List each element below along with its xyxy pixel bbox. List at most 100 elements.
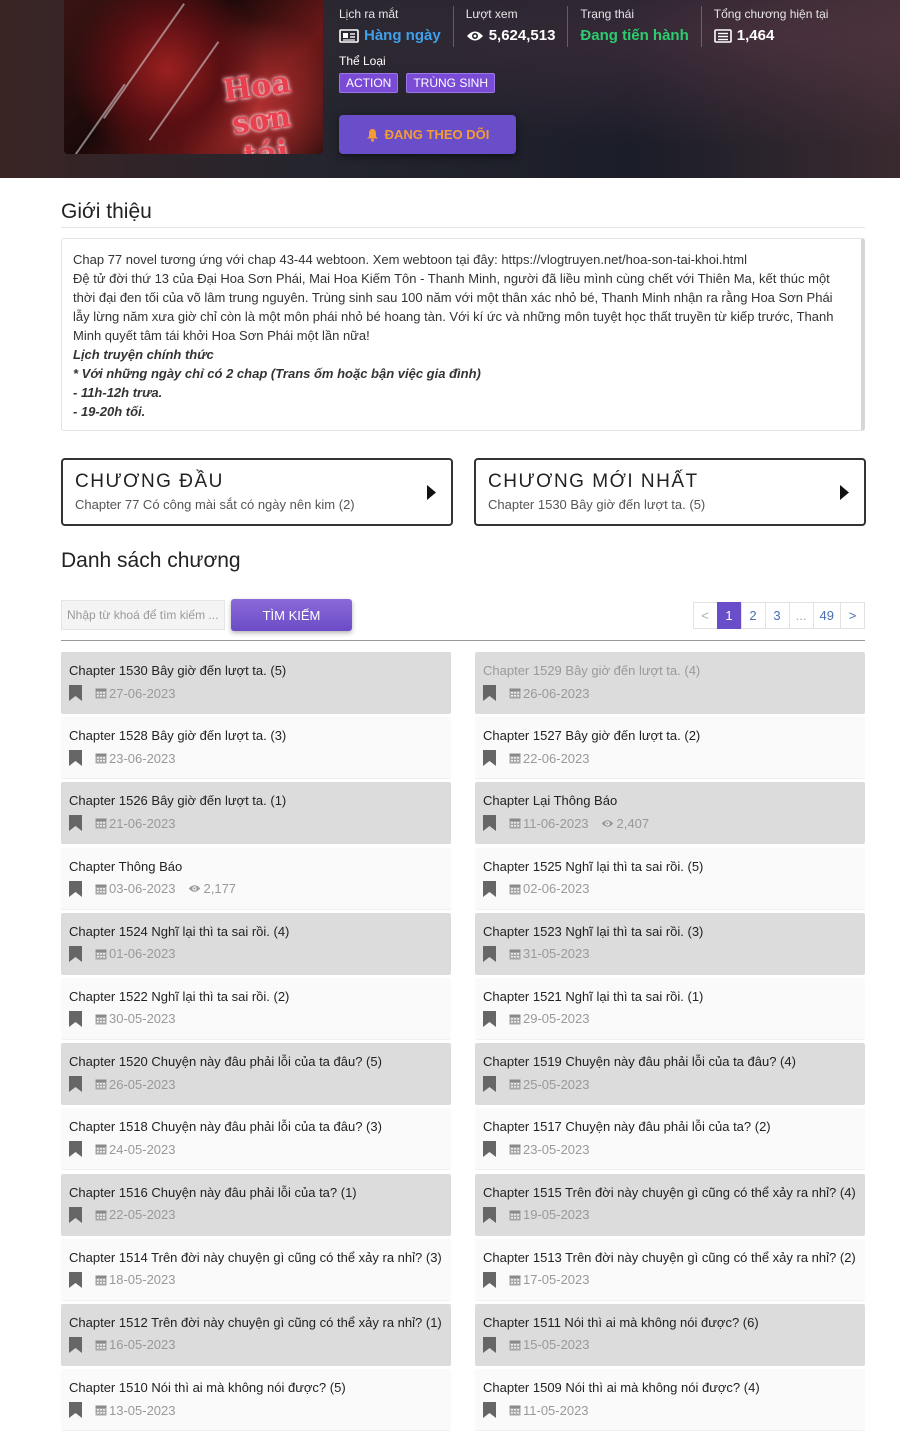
chapter-date: 22-05-2023 [109,1207,176,1222]
bookmark-icon[interactable] [69,815,82,832]
calendar-icon [95,1210,107,1220]
calendar-icon [509,1014,521,1025]
chapter-row: Chapter 1528 Bây giờ đến lượt ta. (3) 23… [61,717,865,782]
bookmark-icon[interactable] [69,1206,82,1223]
genre-tag-action[interactable]: ACTION [339,73,399,93]
chapter-row: Chapter 1510 Nói thì ai mà không nói đượ… [61,1369,865,1432]
bell-icon [366,128,378,142]
chapter-meta: 24-05-2023 [69,1140,443,1158]
chapter-item[interactable]: Chapter 1530 Bây giờ đến lượt ta. (5) 27… [61,652,451,714]
chapter-item[interactable]: Chapter 1523 Nghĩ lại thì ta sai rồi. (3… [475,912,865,975]
chapter-date: 02-06-2023 [523,881,590,897]
chapter-title: Chapter 1516 Chuyện này đâu phải lỗi của… [69,1184,357,1200]
genre-tag-trung-sinh[interactable]: TRÙNG SINH [406,73,496,93]
chapter-meta: 19-05-2023 [483,1206,857,1224]
chapter-date: 22-06-2023 [523,750,590,766]
bookmark-icon[interactable] [69,1271,82,1288]
page-prev[interactable]: < [692,602,718,629]
latest-chapter-title: CHƯƠNG MỚI NHẤT [488,471,699,492]
search-button[interactable]: TÌM KIẾM [231,599,352,631]
chapter-item[interactable]: Chapter 1517 Chuyện này đâu phải lỗi của… [475,1108,865,1171]
bookmark-icon[interactable] [483,880,496,897]
chapter-date: 17-05-2023 [523,1272,590,1288]
chapter-meta: 23-06-2023 [69,749,443,767]
bookmark-icon[interactable] [483,1206,496,1223]
bookmark-icon[interactable] [69,1336,82,1353]
bookmark-icon[interactable] [69,750,82,767]
bookmark-icon[interactable] [483,1271,496,1288]
chapter-item[interactable]: Chapter 1513 Trên đời này chuyện gì cũng… [475,1238,865,1301]
pagination: < 1 2 3 ... 49 > [692,602,865,629]
calendar-icon [95,1079,107,1090]
chapter-row: Chapter 1512 Trên đời này chuyện gì cũng… [61,1303,865,1369]
chapter-item[interactable]: Chapter 1518 Chuyện này đâu phải lỗi của… [61,1108,451,1171]
chapter-item[interactable]: Chapter 1509 Nói thì ai mà không nói đượ… [475,1369,865,1432]
chapter-item[interactable]: Chapter 1512 Trên đời này chuyện gì cũng… [61,1303,451,1366]
chapter-meta: 22-05-2023 [69,1206,443,1224]
chapter-meta: 18-05-2023 [69,1271,443,1289]
chapter-row: Chapter 1514 Trên đời này chuyện gì cũng… [61,1238,865,1304]
chapter-search-input[interactable] [61,600,225,630]
calendar-icon [95,1405,107,1416]
bookmark-icon[interactable] [483,750,496,767]
page-next[interactable]: > [840,602,865,629]
stat-label: Tổng chương hiện tại [713,7,829,21]
page-49[interactable]: 49 [812,602,841,629]
chapter-item[interactable]: Chapter 1514 Trên đời này chuyện gì cũng… [61,1238,451,1301]
bookmark-icon[interactable] [69,945,82,962]
chapter-item[interactable]: Chapter 1528 Bây giờ đến lượt ta. (3) 23… [61,717,451,780]
chapter-date: 11-06-2023 [523,815,589,831]
chapter-item[interactable]: Chapter 1529 Bây giờ đến lượt ta. (4) 26… [475,652,865,714]
chapter-item[interactable]: Chapter 1521 Nghĩ lại thì ta sai rồi. (1… [475,977,865,1040]
first-chapter-card[interactable]: CHƯƠNG ĐẦU Chapter 77 Có công mài sắt có… [61,458,453,526]
chapter-meta: 11-05-2023 [483,1401,857,1419]
chapter-meta: 30-05-2023 [69,1010,443,1028]
chapter-item[interactable]: Chapter 1524 Nghĩ lại thì ta sai rồi. (4… [61,912,451,975]
page-2[interactable]: 2 [740,602,766,629]
chapter-item[interactable]: Chapter Thông Báo 03-06-2023 2,177 [61,847,451,910]
calendar-icon [95,1144,107,1155]
chapter-item[interactable]: Chapter 1522 Nghĩ lại thì ta sai rồi. (2… [61,977,451,1040]
follow-button[interactable]: ĐANG THEO DÕI [339,115,516,154]
calendar-icon [509,688,521,699]
chapter-meta: 22-06-2023 [483,749,857,767]
bookmark-icon[interactable] [69,1010,82,1027]
calendar-icon [509,1340,521,1351]
latest-chapter-card[interactable]: CHƯƠNG MỚI NHẤT Chapter 1530 Bây giờ đến… [474,458,866,526]
cover-image[interactable]: Hoa sơn tái khởi [64,0,323,154]
bookmark-icon[interactable] [69,1076,82,1093]
bookmark-icon[interactable] [69,880,82,897]
chapter-title: Chapter 1529 Bây giờ đến lượt ta. (4) [483,663,701,678]
chapter-item[interactable]: Chapter 1511 Nói thì ai mà không nói đượ… [475,1303,865,1366]
chapter-item[interactable]: Chapter 1520 Chuyện này đâu phải lỗi của… [61,1043,451,1106]
eye-icon [466,31,483,41]
bookmark-icon[interactable] [483,945,496,962]
bookmark-icon[interactable] [483,1336,496,1353]
chapter-item[interactable]: Chapter 1527 Bây giờ đến lượt ta. (2) 22… [475,717,865,780]
chapter-title: Chapter 1526 Bây giờ đến lượt ta. (1) [69,793,287,809]
chapter-item[interactable]: Chapter 1519 Chuyện này đâu phải lỗi của… [475,1043,865,1106]
bookmark-icon[interactable] [483,685,496,701]
chapter-item[interactable]: Chapter 1525 Nghĩ lại thì ta sai rồi. (5… [475,847,865,910]
caret-right-icon [427,485,436,500]
chapter-item[interactable]: Chapter Lại Thông Báo 11-06-2023 2,407 [475,782,865,845]
chapter-item[interactable]: Chapter 1526 Bây giờ đến lượt ta. (1) 21… [61,782,451,845]
bookmark-icon[interactable] [69,1141,82,1158]
bookmark-icon[interactable] [69,1402,82,1419]
bookmark-icon[interactable] [483,1141,496,1158]
page-1[interactable]: 1 [716,602,742,629]
bookmark-icon[interactable] [69,685,82,701]
calendar-icon [95,818,107,829]
bookmark-icon[interactable] [483,1402,496,1419]
chapter-item[interactable]: Chapter 1516 Chuyện này đâu phải lỗi của… [61,1173,451,1236]
page-3[interactable]: 3 [764,602,790,629]
bookmark-icon[interactable] [483,815,496,832]
chapter-date: 19-05-2023 [523,1207,590,1222]
chapter-date: 01-06-2023 [109,946,176,962]
calendar-icon [95,1275,107,1286]
chapter-item[interactable]: Chapter 1510 Nói thì ai mà không nói đượ… [61,1369,451,1432]
calendar-icon [509,1210,521,1220]
bookmark-icon[interactable] [483,1010,496,1027]
chapter-item[interactable]: Chapter 1515 Trên đời này chuyện gì cũng… [475,1173,865,1236]
bookmark-icon[interactable] [483,1076,496,1093]
